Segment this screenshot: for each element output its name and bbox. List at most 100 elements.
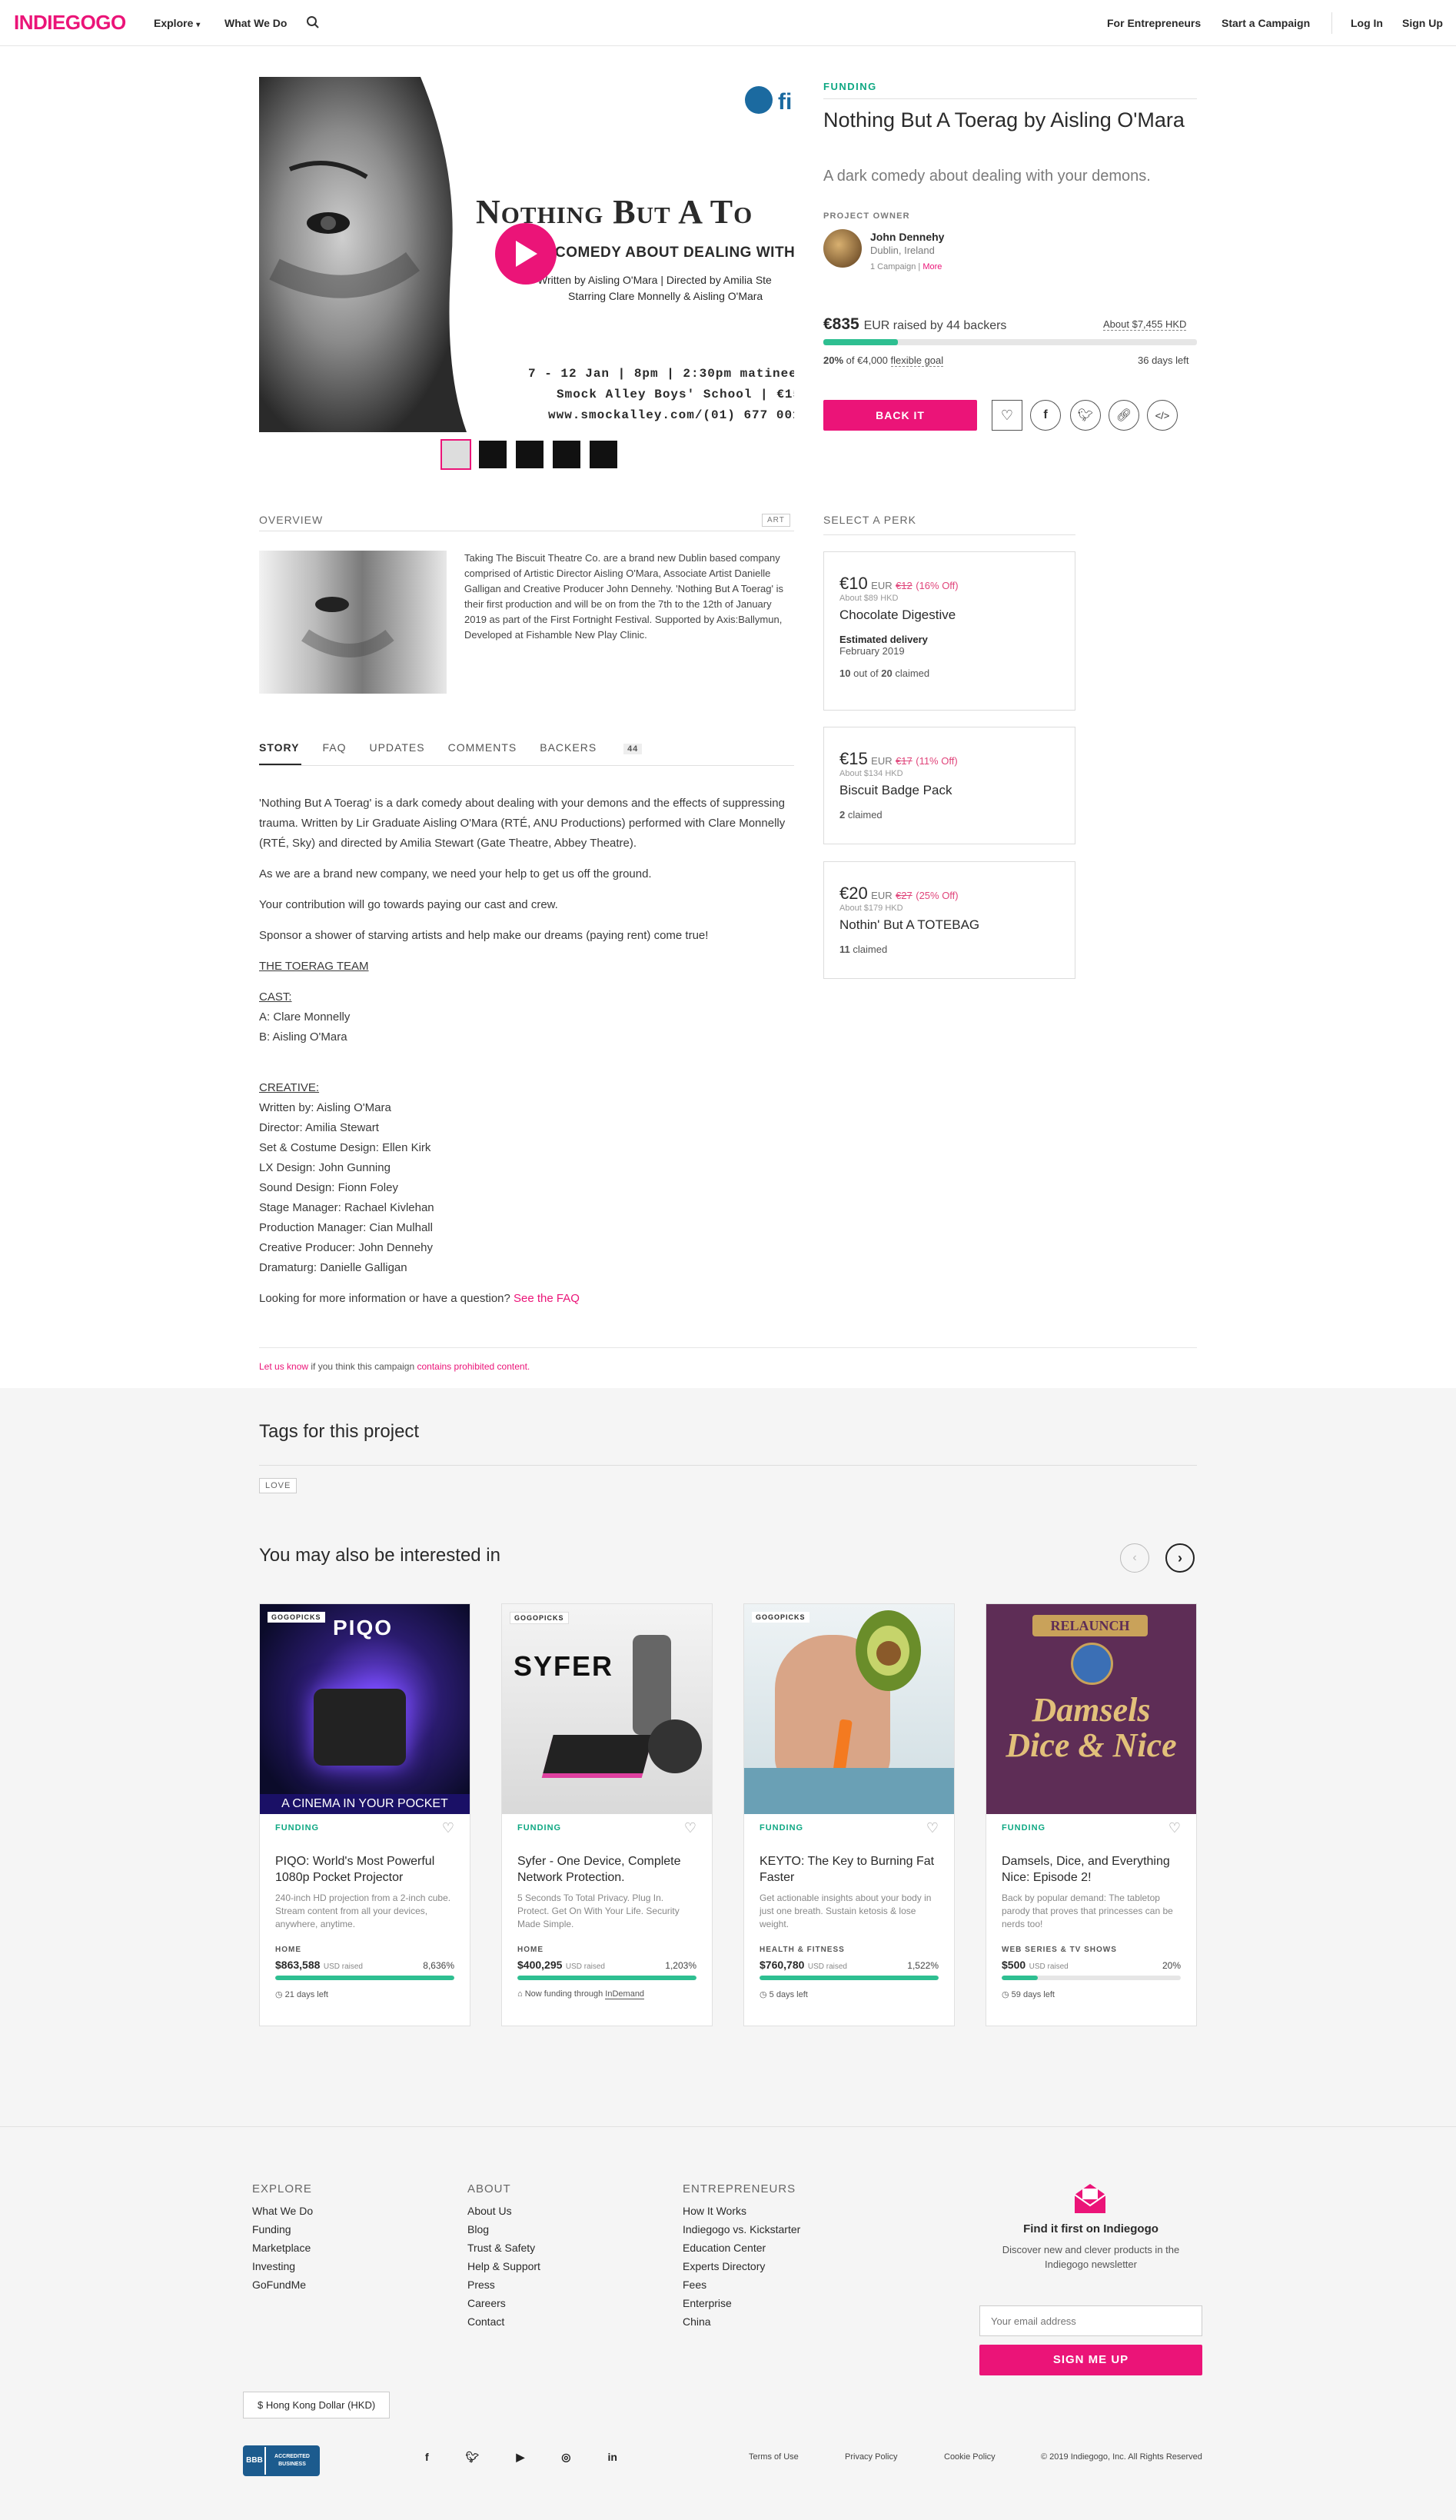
- twitter-icon[interactable]: 🐦︎: [466, 2451, 480, 2464]
- nav-for-entrepreneurs[interactable]: For Entrepreneurs: [1107, 17, 1201, 29]
- owner-more-link[interactable]: More: [922, 262, 942, 271]
- cookie-link[interactable]: Cookie Policy: [944, 2452, 996, 2462]
- card-footer: ◷ 21 days left: [275, 1990, 328, 1999]
- tab-comments[interactable]: COMMENTS: [448, 741, 517, 754]
- footer-link[interactable]: Funding: [252, 2220, 313, 2239]
- related-campaign-card[interactable]: GOGOPICKS PIQO A CINEMA IN YOUR POCKET F…: [259, 1603, 470, 2026]
- footer-link[interactable]: Careers: [467, 2294, 540, 2312]
- play-button[interactable]: [495, 223, 557, 285]
- footer-link[interactable]: Press: [467, 2275, 540, 2294]
- nav-sign-up[interactable]: Sign Up: [1402, 17, 1443, 29]
- gallery-thumbnail[interactable]: [588, 439, 619, 470]
- footer-link[interactable]: Contact: [467, 2312, 540, 2331]
- heart-icon[interactable]: ♡: [684, 1820, 696, 1836]
- footer-link[interactable]: Blog: [467, 2220, 540, 2239]
- campaign-title: Nothing But A Toerag by Aisling O'Mara: [823, 108, 1185, 131]
- nav-explore[interactable]: Explore ▾: [154, 17, 200, 29]
- currency-selector[interactable]: $ Hong Kong Dollar (HKD): [243, 2392, 391, 2418]
- email-input[interactable]: [979, 2305, 1202, 2336]
- footer-link[interactable]: Education Center: [683, 2239, 800, 2257]
- related-campaign-card[interactable]: GOGOPICKS FUNDING ♡ KEYTO: The Key to Bur…: [743, 1603, 955, 2026]
- card-progress-bar: [760, 1976, 939, 1980]
- overview-text: Taking The Biscuit Theatre Co. are a bra…: [464, 552, 783, 641]
- nav-log-in[interactable]: Log In: [1351, 17, 1383, 29]
- carousel-next-button[interactable]: ›: [1165, 1543, 1195, 1573]
- gallery-thumbnail[interactable]: [551, 439, 582, 470]
- perk-card[interactable]: €15 EUR €17 (11% Off) About $134 HKD Bis…: [823, 727, 1075, 844]
- indemand-icon: ⌂: [517, 1989, 523, 1999]
- back-it-button[interactable]: BACK IT: [823, 400, 977, 431]
- perk-price-row: €20 EUR €27 (25% Off): [839, 884, 959, 903]
- footer-link[interactable]: How It Works: [683, 2202, 800, 2220]
- related-campaign-card[interactable]: GOGOPICKS SYFER FUNDING ♡ Syfer - One Dev…: [501, 1603, 713, 2026]
- see-faq-link[interactable]: See the FAQ: [514, 1292, 580, 1305]
- youtube-icon[interactable]: ▶: [516, 2451, 524, 2464]
- footer-link[interactable]: China: [683, 2312, 800, 2331]
- avatar[interactable]: [823, 229, 862, 268]
- sign-me-up-button[interactable]: SIGN ME UP: [979, 2345, 1202, 2375]
- owner-location: Dublin, Ireland: [870, 245, 935, 256]
- tab-faq[interactable]: FAQ: [322, 741, 346, 754]
- heart-icon[interactable]: ♡: [1168, 1820, 1181, 1836]
- converted-amount[interactable]: About $7,455 HKD: [1103, 318, 1187, 331]
- twitter-share-button[interactable]: 🐦︎: [1070, 400, 1101, 431]
- twitter-icon: 🐦︎: [1077, 409, 1094, 422]
- card-progress-bar: [1002, 1976, 1181, 1980]
- follow-heart-button[interactable]: ♡: [992, 400, 1022, 431]
- category-tag[interactable]: ART: [762, 514, 790, 527]
- backers-count-badge: 44: [623, 744, 643, 754]
- footer-link[interactable]: Indiegogo vs. Kickstarter: [683, 2220, 800, 2239]
- terms-link[interactable]: Terms of Use: [749, 2452, 799, 2462]
- creative-member: Creative Producer: John Dennehy: [259, 1241, 433, 1254]
- creative-member: Written by: Aisling O'Mara: [259, 1101, 391, 1114]
- let-us-know-link[interactable]: Let us know: [259, 1361, 308, 1372]
- card-footer: ◷ 5 days left: [760, 1990, 808, 1999]
- facebook-icon[interactable]: f: [425, 2451, 429, 2464]
- footer-link[interactable]: Trust & Safety: [467, 2239, 540, 2257]
- nav-start-campaign[interactable]: Start a Campaign: [1222, 17, 1310, 29]
- copy-link-button[interactable]: 🔗︎: [1109, 400, 1139, 431]
- tab-updates[interactable]: UPDATES: [369, 741, 424, 754]
- privacy-link[interactable]: Privacy Policy: [845, 2452, 897, 2462]
- gallery-thumbnail[interactable]: [440, 439, 471, 470]
- footer-entrepreneurs-column: ENTREPRENEURS How It Works Indiegogo vs.…: [683, 2182, 800, 2331]
- owner-name[interactable]: John Dennehy: [870, 231, 944, 243]
- perk-card[interactable]: €20 EUR €27 (25% Off) About $179 HKD Not…: [823, 861, 1075, 979]
- campaign-hero-video[interactable]: fi Nothing But A To Comedy about dealing…: [259, 77, 794, 432]
- tab-backers[interactable]: BACKERS 44: [540, 741, 643, 754]
- related-campaign-card[interactable]: RELAUNCH Damsels Dice & Nice FUNDING ♡ Da…: [986, 1603, 1197, 2026]
- footer-link[interactable]: Help & Support: [467, 2257, 540, 2275]
- heart-icon[interactable]: ♡: [926, 1820, 939, 1836]
- heart-icon[interactable]: ♡: [442, 1820, 454, 1836]
- search-icon[interactable]: [306, 15, 320, 33]
- facebook-icon: f: [1043, 408, 1048, 421]
- perk-card[interactable]: €10 EUR €12 (16% Off) About $89 HKD Choc…: [823, 551, 1075, 711]
- tag-chip[interactable]: LOVE: [259, 1478, 298, 1493]
- footer-link[interactable]: What We Do: [252, 2202, 313, 2220]
- shirt-shape: [744, 1768, 954, 1814]
- nav-what-we-do[interactable]: What We Do: [224, 17, 287, 29]
- footer-link[interactable]: GoFundMe: [252, 2275, 313, 2294]
- svg-text:fi: fi: [778, 89, 792, 115]
- linkedin-icon[interactable]: in: [607, 2451, 617, 2464]
- footer-link[interactable]: Marketplace: [252, 2239, 313, 2257]
- footer-link[interactable]: About Us: [467, 2202, 540, 2220]
- tab-story[interactable]: STORY: [259, 741, 299, 754]
- prohibited-content-link[interactable]: contains prohibited content.: [417, 1361, 530, 1372]
- embed-button[interactable]: </>: [1147, 400, 1178, 431]
- carousel-prev-button[interactable]: ‹: [1120, 1543, 1149, 1573]
- projector-shape: [314, 1689, 406, 1766]
- instagram-icon[interactable]: ◎: [561, 2451, 570, 2464]
- footer-link[interactable]: Enterprise: [683, 2294, 800, 2312]
- facebook-share-button[interactable]: f: [1030, 400, 1061, 431]
- indiegogo-logo[interactable]: INDIEGOGO: [14, 11, 126, 35]
- gallery-thumbnail[interactable]: [477, 439, 508, 470]
- footer-link[interactable]: Investing: [252, 2257, 313, 2275]
- bbb-badge[interactable]: BBB ACCREDITED BUSINESS: [243, 2445, 320, 2476]
- days-left: 36 days left: [1138, 355, 1189, 366]
- footer-link[interactable]: Fees: [683, 2275, 800, 2294]
- story-paragraph: Sponsor a shower of starving artists and…: [259, 929, 709, 942]
- gallery-thumbnail[interactable]: [514, 439, 545, 470]
- footer-link[interactable]: Experts Directory: [683, 2257, 800, 2275]
- indemand-link[interactable]: InDemand: [605, 1989, 645, 1999]
